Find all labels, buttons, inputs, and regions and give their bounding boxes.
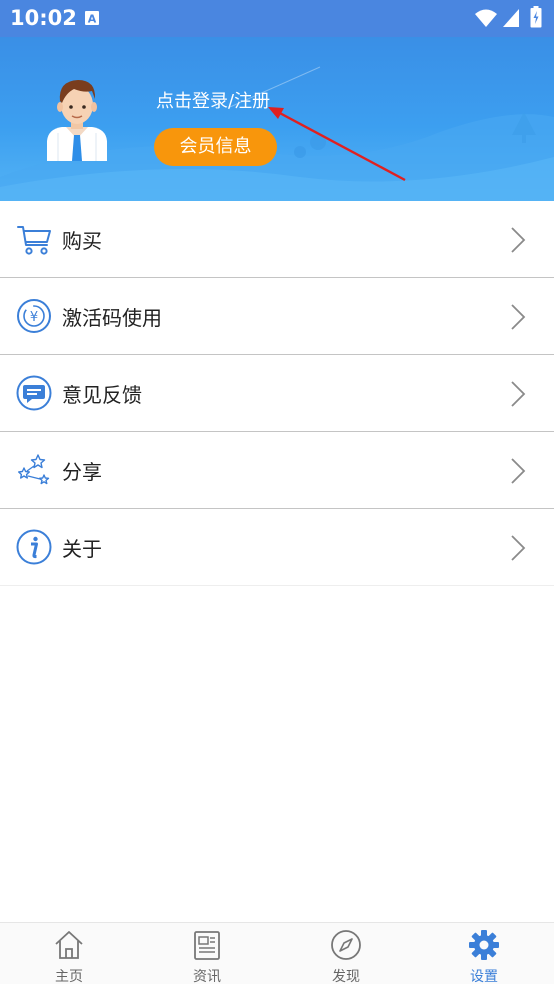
status-bar: 10:02 A [0,0,554,37]
settings-menu: 购买 ¥ 激活码使用 意见反馈 分享 关于 [0,201,554,586]
tab-settings[interactable]: 设置 [415,923,553,985]
tab-label: 发现 [332,969,360,985]
menu-item-label: 关于 [62,537,102,561]
chevron-right-icon [511,535,526,561]
menu-item-label: 购买 [62,229,102,253]
gear-icon [469,930,499,960]
menu-item-label: 意见反馈 [62,383,142,407]
yen-icon: ¥ [17,299,51,333]
chevron-right-icon [511,458,526,484]
menu-item-activation-code[interactable]: ¥ 激活码使用 [0,278,554,355]
bottom-tab-bar: 主页 资讯 发现 设置 [0,922,554,985]
menu-item-purchase[interactable]: 购买 [0,201,554,278]
login-register-link[interactable]: 点击登录/注册 [156,87,270,113]
svg-text:A: A [88,13,97,26]
tab-label: 设置 [470,969,498,985]
menu-item-about[interactable]: 关于 [0,509,554,586]
cart-icon [17,226,51,255]
menu-item-label: 激活码使用 [62,306,162,330]
battery-icon [530,6,542,28]
compass-icon [331,930,361,960]
info-icon [16,529,52,565]
avatar[interactable] [44,77,110,161]
menu-item-feedback[interactable]: 意见反馈 [0,355,554,432]
chevron-right-icon [511,381,526,407]
news-icon [194,931,220,960]
svg-text:¥: ¥ [30,310,38,325]
wifi-icon [475,9,497,27]
tab-news[interactable]: 资讯 [138,923,276,985]
share-icon [18,454,50,485]
signal-icon [503,9,519,27]
annotation-arrow [268,107,406,182]
chevron-right-icon [511,304,526,330]
member-info-button[interactable]: 会员信息 [154,128,277,166]
home-icon [55,931,83,959]
a-icon: A [85,11,99,26]
chevron-right-icon [511,227,526,253]
feedback-icon [16,375,52,411]
tab-home[interactable]: 主页 [0,923,138,985]
tab-label: 主页 [55,969,83,985]
menu-item-share[interactable]: 分享 [0,432,554,509]
tab-discover[interactable]: 发现 [277,923,415,985]
tab-label: 资讯 [193,969,221,985]
menu-item-label: 分享 [62,460,102,484]
status-time: 10:02 [10,6,77,30]
